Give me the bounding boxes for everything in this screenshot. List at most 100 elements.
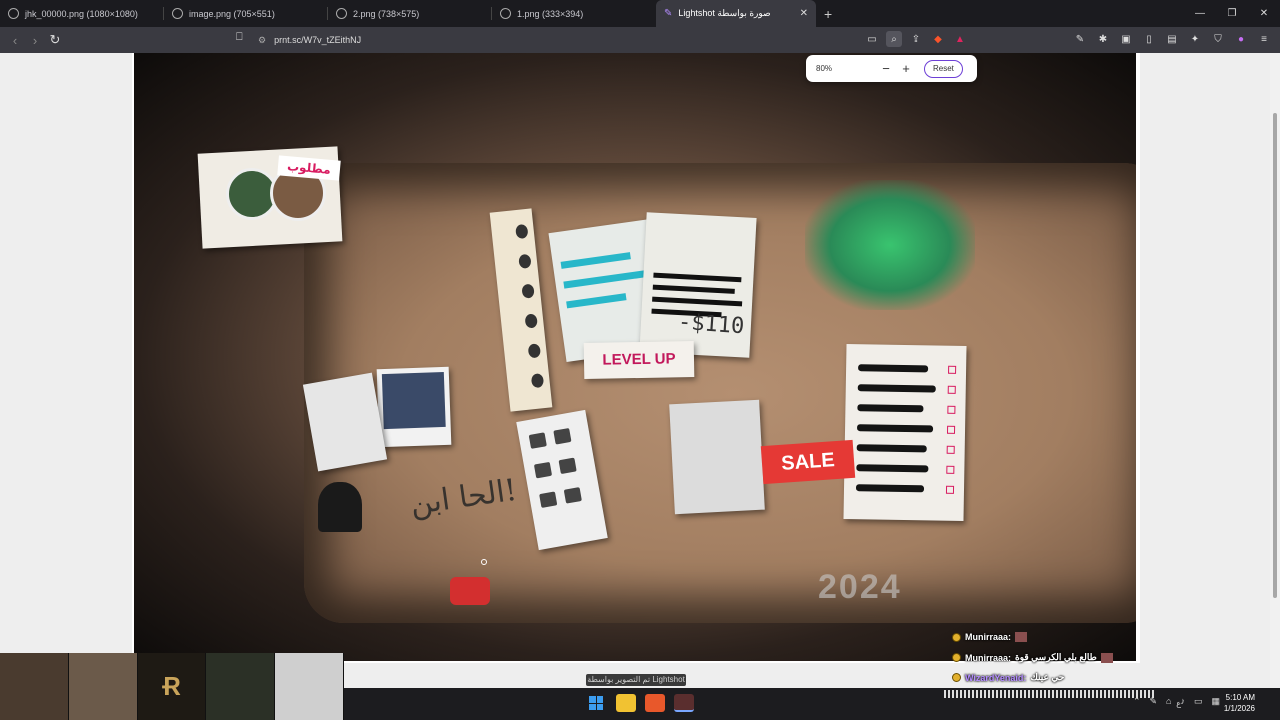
site-info-icon[interactable]: ⚙ <box>258 35 266 46</box>
emote-icon <box>1015 632 1028 642</box>
chat-user: Munirraaa: <box>965 652 1012 663</box>
scrollbar-thumb[interactable] <box>1273 113 1277 598</box>
checklist-line <box>856 464 929 473</box>
restore-icon[interactable]: ❐ <box>1216 0 1248 27</box>
notification-icon[interactable]: ▦ <box>1211 696 1220 707</box>
close-tab-icon[interactable]: ✕ <box>800 8 808 19</box>
menu-icon[interactable]: ≡ <box>1256 31 1272 47</box>
checklist <box>843 343 967 522</box>
fingerprint-icon <box>524 313 538 329</box>
badge-icon <box>952 673 961 682</box>
extensions-icon[interactable]: ✱ <box>1095 31 1111 47</box>
audio-waveform <box>944 690 1156 698</box>
highlight-bar <box>566 293 627 309</box>
taskbar-clock[interactable]: 5:10 AM 1/1/2026 <box>1224 692 1255 714</box>
tab-jhk[interactable]: jhk_00000.png (1080×1080) <box>0 0 164 27</box>
bookmark-icon[interactable]: ⎕ <box>236 31 243 44</box>
brave-shields-icon[interactable]: ◆ <box>930 31 946 47</box>
share-icon[interactable]: ⇪ <box>908 31 924 47</box>
redaction-bar <box>652 284 735 294</box>
year-text: 2024 <box>818 568 902 606</box>
tab-image[interactable]: image.png (705×551) <box>164 0 328 27</box>
tab-label: 1.png (333×394) <box>517 8 584 19</box>
brave-icon[interactable] <box>645 694 665 712</box>
checklist-line <box>857 404 924 413</box>
new-tab-button[interactable]: + <box>816 6 840 22</box>
minimize-icon[interactable]: — <box>1184 0 1216 27</box>
youtube-logo <box>450 577 490 605</box>
zoom-reset-button[interactable]: Reset <box>924 59 963 78</box>
chevron-up-icon[interactable]: ⌃ <box>1133 696 1141 707</box>
checkbox-icon <box>947 405 956 414</box>
fingerprint-icon <box>518 253 532 269</box>
pen-icon[interactable]: ✎ <box>1072 31 1088 47</box>
network-icon[interactable]: ⌂ <box>1166 696 1171 707</box>
badge-icon <box>952 653 961 662</box>
tab-1png[interactable]: 1.png (333×394) <box>492 0 656 27</box>
checklist-line <box>857 384 936 393</box>
reload-icon[interactable]: ↻ <box>45 32 65 48</box>
chat-text: طالع بلي الكرسي قوة <box>1015 652 1097 662</box>
checklist-line <box>857 424 934 433</box>
profile-icon[interactable]: ● <box>1233 31 1249 47</box>
sidebar-icon[interactable]: ▯ <box>1141 31 1157 47</box>
back-icon[interactable]: ‹ <box>5 33 25 48</box>
silhouette-figure <box>318 482 362 532</box>
battery-icon[interactable]: ▭ <box>1194 696 1203 707</box>
screenshot-icon[interactable]: ▣ <box>1118 31 1134 47</box>
gadget-icon <box>563 487 582 504</box>
clock-time: 5:10 AM <box>1225 693 1255 702</box>
zoom-in-button[interactable]: + <box>896 61 916 76</box>
webcam-thumbnails: Ɍ <box>0 653 344 720</box>
volume-icon[interactable]: ♪ <box>1180 696 1185 707</box>
system-tray: ⌃ ✎ ⌂ ♪ ▭ ▦ <box>1133 696 1220 707</box>
tray-app-icon[interactable]: ✎ <box>1149 696 1157 707</box>
photo <box>381 371 446 430</box>
scrollbar[interactable] <box>1270 53 1280 688</box>
chat-message: WizardYenaid: حي عينك <box>952 672 1064 683</box>
gadget-icon <box>539 491 558 508</box>
gadget-icon <box>533 461 553 479</box>
url-text: prnt.sc/W7v_tZEithNJ <box>274 35 362 45</box>
checklist-line <box>855 484 925 493</box>
thumbnail <box>68 653 138 720</box>
tab-2png[interactable]: 2.png (738×575) <box>328 0 492 27</box>
fingerprint-icon <box>521 283 535 299</box>
price-label: -$110 <box>677 309 746 340</box>
brave-rewards-icon[interactable]: ▲ <box>952 31 968 47</box>
globe-icon <box>336 8 347 19</box>
tab-lightshot[interactable]: ✎ Lightshot صورة بواسطة ✕ <box>656 0 816 27</box>
checkbox-icon <box>946 465 955 474</box>
chat-message: Munirraaa: <box>952 632 1028 642</box>
cast-icon[interactable]: ▭ <box>864 31 880 47</box>
windows-start-icon[interactable] <box>589 696 603 710</box>
forward-icon[interactable]: › <box>25 33 45 48</box>
close-window-icon[interactable]: ✕ <box>1248 0 1280 27</box>
fingerprint-icon <box>530 373 545 389</box>
feather-icon: ✎ <box>664 8 673 19</box>
checkbox-icon <box>945 485 955 494</box>
sticker-pile <box>805 180 975 310</box>
vpn-icon[interactable]: ⛉ <box>1210 31 1226 47</box>
polaroid-photo <box>376 366 452 448</box>
toolbar-extensions: ✎ ✱ ▣ ▯ ▤ ✦ ⛉ ● ≡ <box>1072 31 1272 47</box>
globe-icon <box>500 8 511 19</box>
gadget-icon <box>553 427 572 445</box>
file-explorer-icon[interactable] <box>616 694 636 712</box>
highlight-bar <box>560 252 631 269</box>
mouse-cursor <box>481 559 487 565</box>
chat-message: Munirraaa: طالع بلي الكرسي قوة <box>952 652 1113 663</box>
photo-collage <box>669 399 765 515</box>
globe-icon <box>8 8 19 19</box>
leo-icon[interactable]: ✦ <box>1187 31 1203 47</box>
wallet-icon[interactable]: ▤ <box>1164 31 1180 47</box>
gadget-icon <box>558 457 577 475</box>
tab-label: Lightshot صورة بواسطة <box>678 8 771 18</box>
badge-icon <box>952 632 961 642</box>
checklist-line <box>856 444 927 453</box>
brave-active-icon[interactable] <box>674 694 694 712</box>
chat-user: WizardYenaid: <box>965 672 1027 683</box>
zoom-icon[interactable]: ⌕ <box>886 31 902 47</box>
zoom-out-button[interactable]: − <box>876 61 896 76</box>
chat-text: حي عينك <box>1030 672 1065 682</box>
